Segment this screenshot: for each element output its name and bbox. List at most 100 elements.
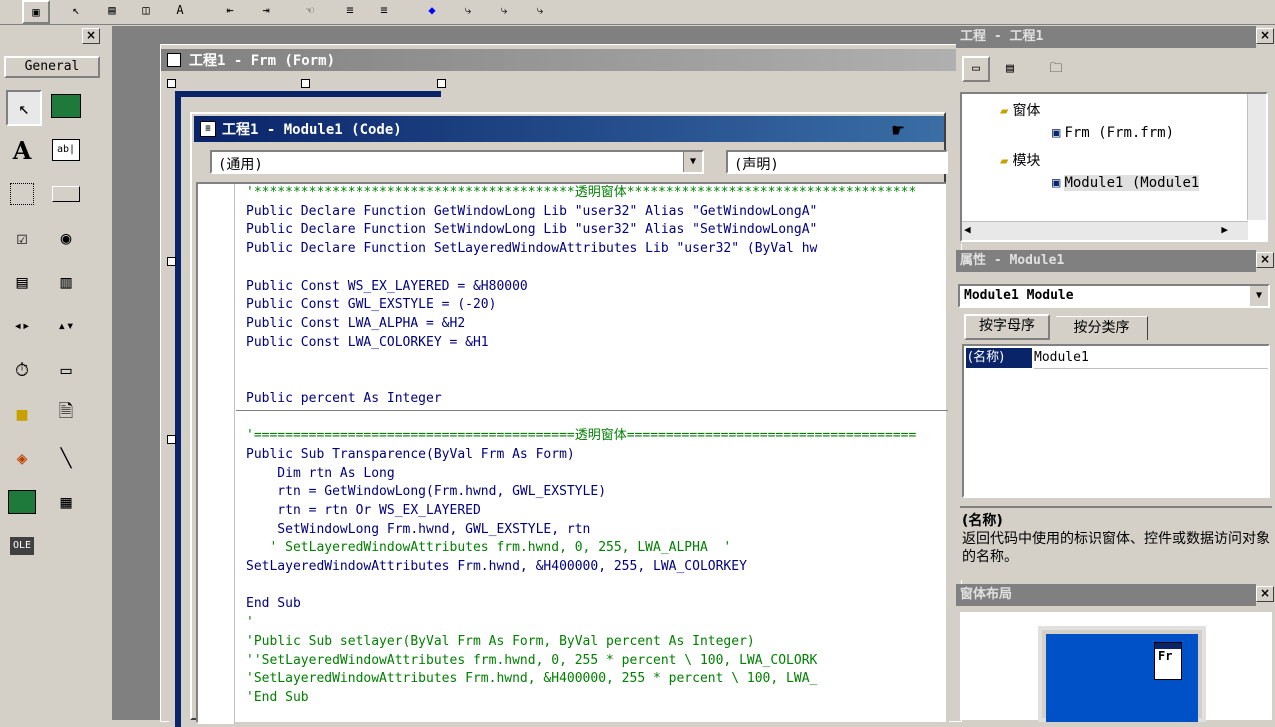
sizing-handle[interactable]: [301, 79, 310, 88]
tab-categorized[interactable]: 按分类序: [1056, 316, 1148, 340]
tree-item-label: Module1 (Module1: [1064, 175, 1200, 191]
tree-vscrollbar[interactable]: [1247, 94, 1266, 220]
code-window-title: 工程1 - Module1 (Code): [222, 122, 402, 138]
commandbutton-tool-icon[interactable]: [50, 178, 82, 210]
folder-icon: ▰: [1000, 153, 1009, 169]
form-preview[interactable]: Fr: [1154, 642, 1182, 680]
tab-categorized-label: 按分类序: [1073, 320, 1130, 336]
properties-object-value: Module1 Module: [964, 288, 1074, 303]
project-tree[interactable]: ▰ 窗体 ▣ Frm (Frm.frm) ▰ 模块 ▣ Module1 (Module1 ◀ …: [960, 92, 1268, 242]
mouse-cursor-icon: ☛: [892, 118, 905, 142]
toolbar-button-7[interactable]: ⇥: [254, 0, 278, 20]
sizing-handle[interactable]: [167, 435, 176, 444]
toolbox-tab-label: General: [24, 59, 80, 74]
tab-alphabetic[interactable]: 按字母序: [964, 314, 1050, 340]
toolbar-button-10[interactable]: ≡: [372, 0, 396, 20]
object-combo-value: (通用): [218, 157, 263, 173]
toolbar-button-8[interactable]: ☜: [298, 0, 322, 20]
toolbox-general-tab[interactable]: General: [4, 56, 100, 78]
scroll-right-icon[interactable]: ▶: [1221, 223, 1228, 236]
picturebox-tool-icon[interactable]: [50, 90, 82, 122]
view-object-button[interactable]: ▤: [996, 56, 1024, 82]
toolbar: ▣ ↖ ▤ ◫ A ⇤ ⇥ ☜ ≡ ≡ ◆ ⤷ ⤷ ⤷: [0, 0, 1275, 25]
filelistbox-tool-icon[interactable]: 🗎: [50, 398, 82, 430]
description-text: 返回代码中使用的标识窗体、控件或数据访问对象的名称。: [962, 531, 1270, 565]
textbox-tool-icon[interactable]: ab|: [50, 134, 82, 166]
tree-hscrollbar[interactable]: ◀ ▶: [962, 221, 1248, 240]
tree-item[interactable]: ▰ 模块: [1000, 150, 1040, 170]
toolbar-button-4[interactable]: ◫: [134, 0, 158, 20]
form-layout-panel: 窗体布局 × Fr: [956, 584, 1275, 722]
chevron-down-icon[interactable]: ▼: [683, 152, 702, 172]
properties-object-combo[interactable]: Module1 Module ▼: [958, 284, 1270, 308]
code-window-titlebar[interactable]: ≡ 工程1 - Module1 (Code): [194, 116, 944, 142]
tree-item[interactable]: ▣ Module1 (Module1: [1052, 175, 1200, 191]
image-tool-icon[interactable]: [6, 486, 38, 518]
toolbar-button-14[interactable]: ⤷: [528, 0, 552, 20]
tree-item-label: 窗体: [1012, 103, 1041, 119]
sizing-handle[interactable]: [167, 79, 176, 88]
property-name[interactable]: (名称): [966, 348, 1032, 368]
property-value[interactable]: Module1: [1034, 348, 1268, 369]
file-icon: ▣: [1052, 175, 1061, 191]
timer-tool-icon[interactable]: ⏱: [6, 354, 38, 386]
chevron-down-icon[interactable]: ▼: [1250, 286, 1268, 306]
layout-canvas[interactable]: Fr: [960, 612, 1272, 722]
sizing-handle[interactable]: [437, 79, 446, 88]
toolbar-button-3[interactable]: ▤: [100, 0, 124, 20]
toolbar-button-5[interactable]: A: [168, 0, 192, 20]
screen-preview[interactable]: Fr: [1038, 626, 1206, 722]
view-code-button[interactable]: ▭: [962, 56, 990, 82]
combobox-tool-icon[interactable]: ▤: [6, 266, 38, 298]
project-panel: 工程 - 工程1 × ▭ ▤ 🗀 ▰ 窗体 ▣ Frm (Frm.frm) ▰ 模块 ▣ Mo…: [956, 26, 1275, 244]
toolbar-button-2[interactable]: ↖: [64, 0, 88, 20]
form-window-titlebar[interactable]: 工程1 - Frm (Form): [161, 49, 961, 71]
dirlistbox-tool-icon[interactable]: ■: [6, 398, 38, 430]
code-window[interactable]: ≡ 工程1 - Module1 (Code) ☛ (通用) ▼ (声明): [190, 112, 948, 724]
properties-close-icon[interactable]: ×: [1256, 252, 1274, 268]
properties-panel-title: 属性 - Module1: [956, 250, 1256, 272]
toggle-folders-button[interactable]: 🗀: [1042, 56, 1070, 82]
property-description: (名称) 返回代码中使用的标识窗体、控件或数据访问对象的名称。: [960, 506, 1272, 576]
drivelistbox-tool-icon[interactable]: ▭: [50, 354, 82, 386]
listbox-tool-icon[interactable]: ▥: [50, 266, 82, 298]
file-icon: ▣: [1052, 125, 1061, 141]
procedure-combo[interactable]: (声明): [726, 150, 948, 174]
property-name-label: (名称): [968, 350, 1005, 365]
form-preview-label: Fr: [1158, 649, 1173, 663]
project-close-icon[interactable]: ×: [1256, 28, 1274, 44]
tab-alphabetic-label: 按字母序: [979, 318, 1035, 334]
toolbar-button-12[interactable]: ⤷: [456, 0, 480, 20]
frame-tool-icon[interactable]: [6, 178, 38, 210]
toolbar-button-9[interactable]: ≡: [338, 0, 362, 20]
code-editor[interactable]: [196, 182, 948, 724]
toolbox-close-icon[interactable]: ×: [82, 28, 100, 44]
tree-item[interactable]: ▰ 窗体: [1000, 100, 1040, 120]
label-tool-icon[interactable]: A: [6, 134, 38, 166]
toolbar-button-13[interactable]: ⤷: [492, 0, 516, 20]
line-tool-icon[interactable]: ╲: [50, 442, 82, 474]
toolbar-button-1[interactable]: ▣: [22, 0, 50, 24]
tree-item[interactable]: ▣ Frm (Frm.frm): [1052, 125, 1174, 141]
toolbar-button-11[interactable]: ◆: [420, 0, 444, 20]
data-tool-icon[interactable]: ▦: [50, 486, 82, 518]
vscrollbar-tool-icon[interactable]: ▴▾: [50, 310, 82, 342]
toolbar-button-6[interactable]: ⇤: [218, 0, 242, 20]
hscrollbar-tool-icon[interactable]: ◂▸: [6, 310, 38, 342]
sizing-handle[interactable]: [167, 257, 176, 266]
scroll-left-icon[interactable]: ◀: [964, 223, 971, 236]
pointer-tool-icon[interactable]: ↖: [6, 90, 42, 126]
code-margin: [198, 184, 235, 724]
form-window-icon: [167, 53, 181, 67]
layout-close-icon[interactable]: ×: [1256, 586, 1274, 602]
tree-item-label: Frm (Frm.frm): [1064, 125, 1175, 141]
checkbox-tool-icon[interactable]: ☑: [6, 222, 38, 254]
shape-tool-icon[interactable]: ◈: [6, 442, 38, 474]
procedure-separator: [236, 410, 948, 411]
description-title: (名称): [962, 513, 1003, 529]
optionbutton-tool-icon[interactable]: ◉: [50, 222, 82, 254]
property-value-text: Module1: [1034, 350, 1089, 365]
ole-tool-icon[interactable]: OLE: [6, 530, 38, 562]
object-combo[interactable]: (通用) ▼: [210, 150, 704, 174]
property-grid[interactable]: (名称) Module1: [962, 344, 1270, 498]
